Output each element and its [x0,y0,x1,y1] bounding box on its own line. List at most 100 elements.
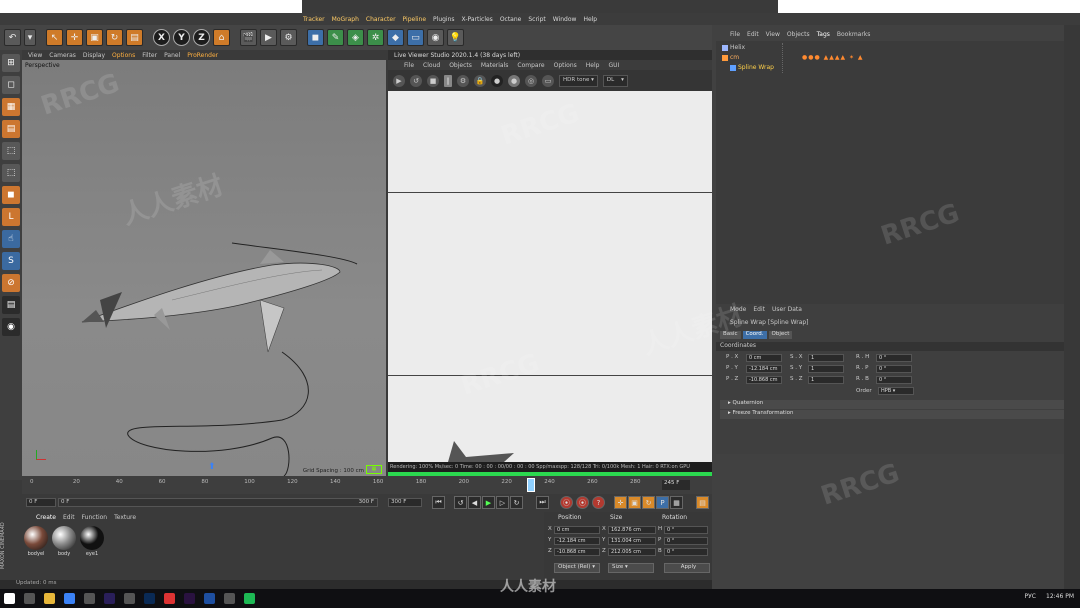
lv-menu-materials[interactable]: Materials [481,62,509,69]
undo-icon[interactable]: ↶ [4,29,21,46]
position-field[interactable]: -10.868 cm [554,548,600,556]
end-frame-field[interactable]: 300 F [388,498,422,507]
lv-lock-icon[interactable]: 🔒 [474,74,486,87]
scale-tool-icon[interactable]: ▣ [86,29,103,46]
render-picture-viewer-icon[interactable]: ▶ [260,29,277,46]
render-settings-icon[interactable]: ⚙ [280,29,297,46]
menu-help[interactable]: Help [583,16,597,23]
menu-character[interactable]: Character [366,16,396,23]
lv-menu-compare[interactable]: Compare [517,62,544,69]
hdr-tone-select[interactable]: HDR tone ▾ [559,74,598,87]
mail-icon[interactable] [124,593,135,604]
lock-workplane-icon[interactable]: ⊘ [2,274,20,292]
viewport-menu-panel[interactable]: Panel [164,52,180,59]
menu-octane[interactable]: Octane [500,16,522,23]
material-swatch[interactable] [52,526,76,550]
keyframe-selection-icon[interactable]: ? [592,496,605,509]
lv-focus-icon[interactable]: ◎ [525,74,537,87]
am-menu-user-data[interactable]: User Data [772,306,802,313]
viewport-menu-filter[interactable]: Filter [142,52,157,59]
start-frame-field[interactable]: 0 F [26,498,56,507]
om-menu-tags[interactable]: Tags [817,31,830,38]
tab-coord[interactable]: Coord. [742,331,767,339]
last-tool-icon[interactable]: ▤ [126,29,143,46]
am-menu-edit[interactable]: Edit [753,306,765,313]
rotate-tool-icon[interactable]: ↻ [106,29,123,46]
scale-param-field[interactable]: 1 [808,354,844,362]
x-axis-lock-icon[interactable]: X [153,29,170,46]
mat-menu-create[interactable]: Create [36,514,56,521]
tab-object[interactable]: Object [768,331,793,339]
menu-plugins[interactable]: Plugins [433,16,455,23]
cinema4d-icon[interactable] [204,593,215,604]
edges-mode-icon[interactable]: ⬚ [2,164,20,182]
menu-pipeline[interactable]: Pipeline [403,16,426,23]
viewport-menu-options[interactable]: Options [112,52,135,59]
mat-menu-edit[interactable]: Edit [63,514,75,521]
array-icon[interactable]: ✲ [367,29,384,46]
rotation-param-field[interactable]: 0 ° [876,354,912,362]
explorer-icon[interactable] [44,593,55,604]
rotation-field[interactable]: 0 ° [664,548,708,556]
viewport-menu-view[interactable]: View [28,52,42,59]
light-icon[interactable]: 💡 [447,29,464,46]
dl-select[interactable]: DL ▾ [602,74,628,87]
freeze-transformation-group[interactable]: ▸ Freeze Transformation [720,410,1064,419]
render-view-icon[interactable]: 🎬 [240,29,257,46]
timeline-window-icon[interactable]: ▤ [696,496,709,509]
store-icon[interactable] [84,593,95,604]
camera-icon[interactable]: ◉ [427,29,444,46]
edge-icon[interactable] [64,593,75,604]
lv-settings-icon[interactable]: ⚙ [457,74,469,87]
position-key-icon[interactable]: ✛ [614,496,627,509]
premiere-icon[interactable] [184,593,195,604]
menu-xparticles[interactable]: X-Particles [462,16,493,23]
scale-param-field[interactable]: 1 [808,365,844,373]
om-menu-bookmarks[interactable]: Bookmarks [837,31,871,38]
polygons-mode-icon[interactable]: ◼ [2,186,20,204]
current-frame-field[interactable]: 245 F [662,480,690,490]
points-mode-icon[interactable]: ⬚ [2,142,20,160]
menu-mograph[interactable]: MoGraph [332,16,359,23]
spotify-icon[interactable] [244,593,255,604]
lv-pause-icon[interactable]: ‖ [444,74,452,87]
record-icon[interactable]: ⦿ [560,496,573,509]
rotation-param-field[interactable]: 0 ° [876,365,912,373]
next-key-icon[interactable]: ↻ [510,496,523,509]
scale-key-icon[interactable]: ▣ [628,496,641,509]
mat-menu-texture[interactable]: Texture [114,514,136,521]
size-field[interactable]: 162.876 cm [608,526,656,534]
make-editable-icon[interactable]: ⊞ [2,54,20,72]
menu-window[interactable]: Window [553,16,577,23]
material-swatch[interactable] [24,526,48,550]
floor-icon[interactable]: ▭ [407,29,424,46]
lv-sphere2-icon[interactable]: ● [508,74,520,87]
play-icon[interactable]: ▶ [482,496,495,509]
tweak-icon[interactable]: ☝ [2,230,20,248]
layers-icon[interactable]: ▤ [2,296,20,314]
om-menu-objects[interactable]: Objects [787,31,810,38]
shark-model[interactable] [22,60,386,476]
chrome-icon[interactable] [164,593,175,604]
viewport-menu-prorender[interactable]: ProRender [187,52,218,59]
cube-icon[interactable]: ◼ [307,29,324,46]
mat-menu-function[interactable]: Function [82,514,108,521]
lv-stop-icon[interactable]: ■ [427,74,439,87]
rotation-param-field[interactable]: 0 ° [876,376,912,384]
texture-mode-icon[interactable]: ▦ [2,98,20,116]
coordinate-system-icon[interactable]: ⌂ [213,29,230,46]
quaternion-group[interactable]: ▸ Quaternion [720,400,1064,409]
coordinate-mode-select[interactable]: Object (Rel) ▾ [554,563,600,573]
range-slider[interactable]: 0 F 300 F [58,498,378,507]
perspective-viewport[interactable]: Perspective ⬆ Grid Spacing : 100 cm ▦ [22,60,386,476]
axis-mode-icon[interactable]: L [2,208,20,226]
y-axis-lock-icon[interactable]: Y [173,29,190,46]
lv-menu-options[interactable]: Options [554,62,577,69]
lv-render-icon[interactable]: ▶ [393,74,405,87]
param-key-icon[interactable]: P [656,496,669,509]
order-select[interactable]: HPB ▾ [878,387,914,395]
autokey-icon[interactable]: ⦿ [576,496,589,509]
lv-menu-gui[interactable]: GUI [608,62,619,69]
pen-spline-icon[interactable]: ✎ [327,29,344,46]
select-tool-icon[interactable]: ↖ [46,29,63,46]
